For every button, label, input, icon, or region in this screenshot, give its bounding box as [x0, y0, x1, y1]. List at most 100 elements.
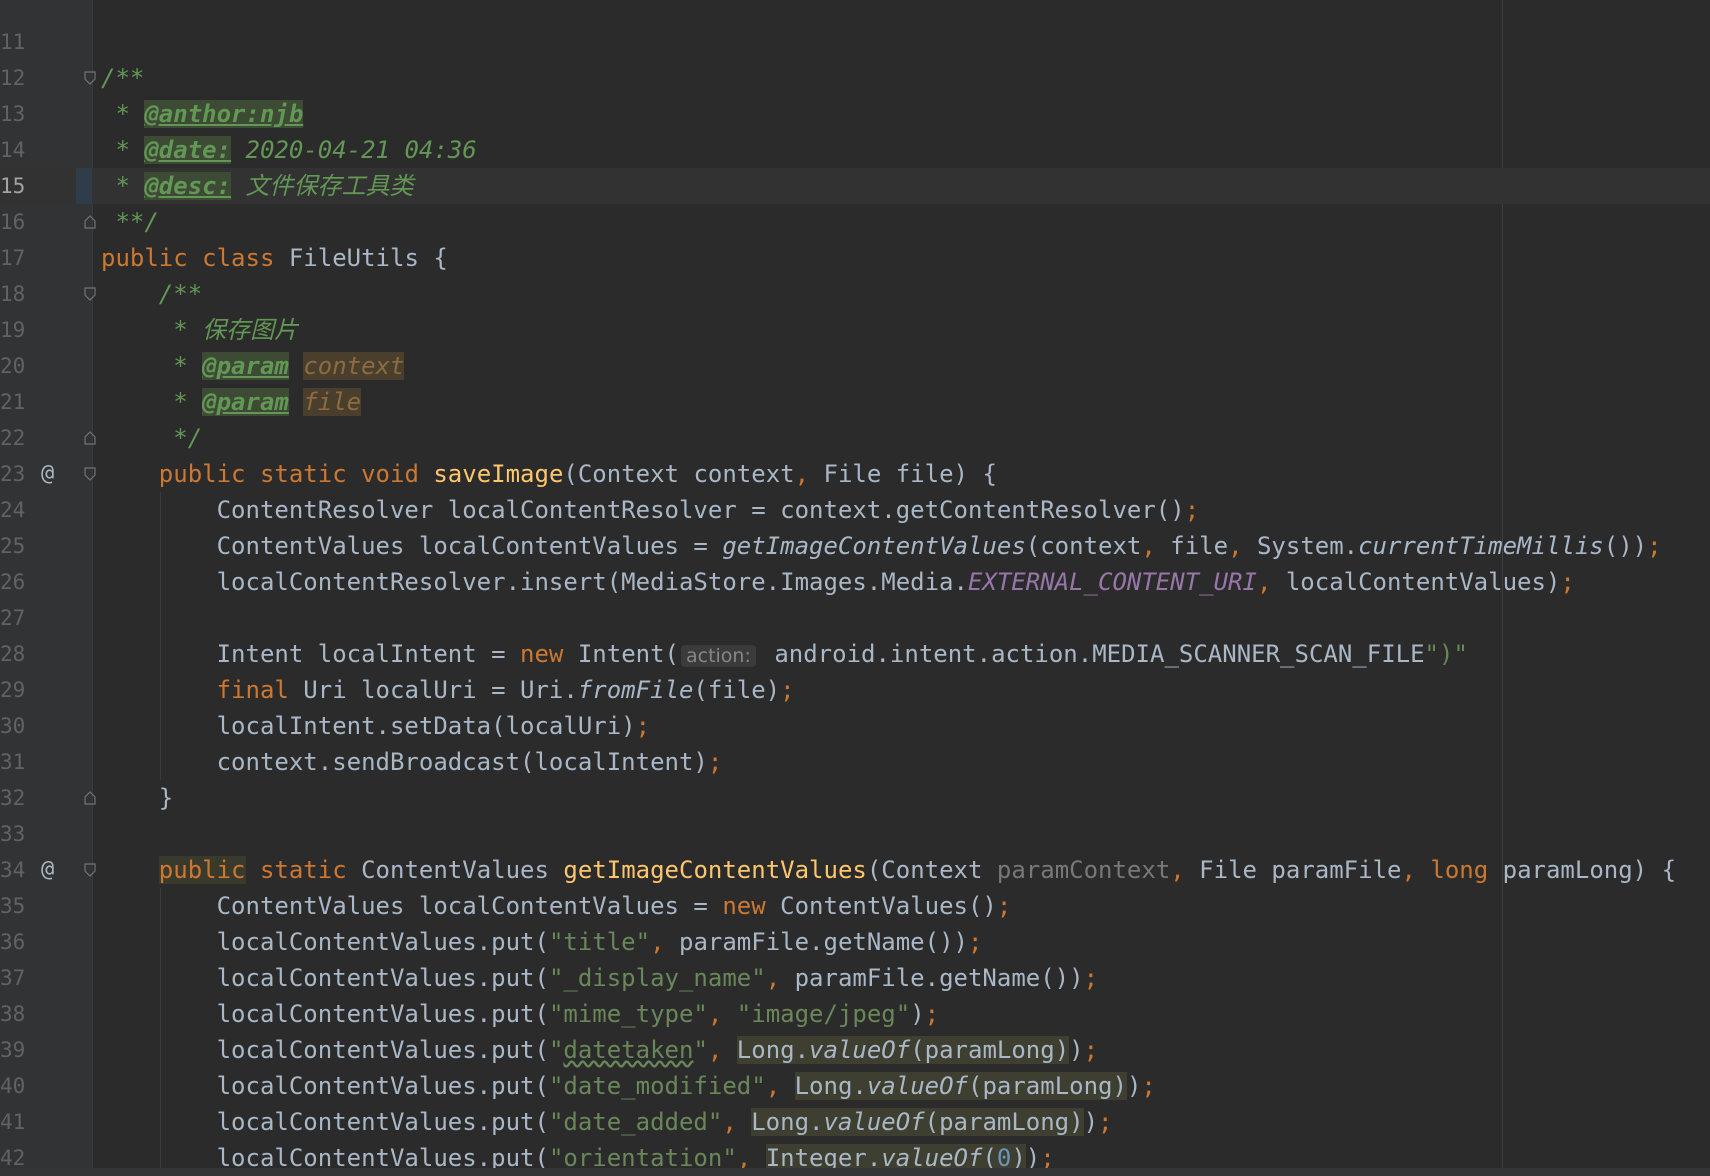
line-number[interactable]: 16 [0, 204, 25, 240]
code-text: * 保存图片 [101, 316, 299, 344]
line-number[interactable]: 39 [0, 1032, 25, 1068]
line-number[interactable]: 40 [0, 1068, 25, 1104]
line-number[interactable]: 31 [0, 744, 25, 780]
code-line[interactable]: 39 localContentValues.put("datetaken", L… [0, 1032, 1710, 1068]
line-number[interactable]: 20 [0, 348, 25, 384]
code-line[interactable]: 40 localContentValues.put("date_modified… [0, 1068, 1710, 1104]
line-number[interactable]: 26 [0, 564, 25, 600]
line-number[interactable]: 24 [0, 492, 25, 528]
code-text: ContentResolver localContentResolver = c… [101, 496, 1200, 524]
code-text: */ [101, 424, 203, 452]
code-text: * @date: 2020-04-21 04:36 [101, 136, 477, 164]
line-number[interactable]: 15 [0, 168, 25, 204]
code-text: /** [101, 280, 203, 308]
line-number[interactable]: 28 [0, 636, 25, 672]
code-line[interactable]: 17 public class FileUtils { [0, 240, 1710, 276]
fold-collapse-icon[interactable] [84, 287, 96, 301]
fold-end-icon[interactable] [84, 431, 96, 445]
code-line[interactable]: 19 * 保存图片 [0, 312, 1710, 348]
code-text: ContentValues localContentValues = new C… [101, 892, 1012, 920]
line-number[interactable]: 23 [0, 456, 25, 492]
line-number[interactable]: 21 [0, 384, 25, 420]
code-line[interactable]: 29 final Uri localUri = Uri.fromFile(fil… [0, 672, 1710, 708]
indent-guide [160, 600, 161, 636]
line-number[interactable]: 27 [0, 600, 25, 636]
code-line[interactable]: 22 */ [0, 420, 1710, 456]
line-number[interactable]: 25 [0, 528, 25, 564]
code-text: **/ [101, 208, 159, 236]
code-line[interactable]: 26 localContentResolver.insert(MediaStor… [0, 564, 1710, 600]
code-text: context.sendBroadcast(localIntent); [101, 748, 723, 776]
line-number[interactable]: 22 [0, 420, 25, 456]
code-text: localContentValues.put("date_added", Lon… [101, 1108, 1113, 1136]
line-number[interactable]: 13 [0, 96, 25, 132]
line-number[interactable]: 14 [0, 132, 25, 168]
code-line[interactable]: 24 ContentResolver localContentResolver … [0, 492, 1710, 528]
line-number[interactable]: 19 [0, 312, 25, 348]
code-text: localContentValues.put("datetaken", Long… [101, 1036, 1099, 1064]
code-text: ContentValues localContentValues = getIm… [101, 532, 1662, 560]
code-line[interactable]: 14 * @date: 2020-04-21 04:36 [0, 132, 1710, 168]
line-number[interactable]: 41 [0, 1104, 25, 1140]
code-line[interactable]: 41 localContentValues.put("date_added", … [0, 1104, 1710, 1140]
code-text: Intent localIntent = new Intent(action: … [101, 640, 1468, 668]
code-line[interactable]: 37 localContentValues.put("_display_name… [0, 960, 1710, 996]
fold-end-icon[interactable] [84, 215, 96, 229]
code-line[interactable]: 16 **/ [0, 204, 1710, 240]
horizontal-scrollbar[interactable] [0, 1168, 1710, 1176]
code-text: * @param context [101, 352, 405, 380]
code-line[interactable]: 32 } [0, 780, 1710, 816]
code-line[interactable]: 35 ContentValues localContentValues = ne… [0, 888, 1710, 924]
code-line[interactable]: 15 * @desc: 文件保存工具类 [0, 168, 1710, 204]
fold-collapse-icon[interactable] [84, 467, 96, 481]
line-number[interactable]: 34 [0, 852, 25, 888]
code-text: } [101, 784, 174, 812]
code-line[interactable]: 28 Intent localIntent = new Intent(actio… [0, 636, 1710, 672]
line-number[interactable]: 37 [0, 960, 25, 996]
code-line[interactable]: 23 @ public static void saveImage(Context… [0, 456, 1710, 492]
fold-collapse-icon[interactable] [84, 863, 96, 877]
code-line[interactable]: 25 ContentValues localContentValues = ge… [0, 528, 1710, 564]
code-text: localContentValues.put("_display_name", … [101, 964, 1099, 992]
current-line-marker [76, 168, 92, 204]
override-at-icon[interactable]: @ [41, 852, 54, 888]
code-text: /** [101, 64, 145, 92]
override-at-icon[interactable]: @ [41, 456, 54, 492]
parameter-hint: action: [680, 645, 756, 667]
code-line[interactable]: 11 [0, 24, 1710, 60]
code-line[interactable]: 13 * @anthor:njb [0, 96, 1710, 132]
code-line[interactable]: 12 /** [0, 60, 1710, 96]
code-line[interactable]: 34 @ public static ContentValues getImage… [0, 852, 1710, 888]
code-text: * @anthor:njb [101, 100, 304, 128]
code-line[interactable]: 36 localContentValues.put("title", param… [0, 924, 1710, 960]
line-number[interactable]: 12 [0, 60, 25, 96]
code-line[interactable]: 21 * @param file [0, 384, 1710, 420]
line-number[interactable]: 32 [0, 780, 25, 816]
line-number[interactable]: 33 [0, 816, 25, 852]
code-text: final Uri localUri = Uri.fromFile(file); [216, 676, 795, 704]
code-line[interactable]: 18 /** [0, 276, 1710, 312]
line-number[interactable]: 17 [0, 240, 25, 276]
line-number[interactable]: 11 [0, 24, 25, 60]
code-line[interactable]: 20 * @param context [0, 348, 1710, 384]
fold-end-icon[interactable] [84, 791, 96, 805]
code-text: localContentResolver.insert(MediaStore.I… [101, 568, 1575, 596]
code-line[interactable]: 30 localIntent.setData(localUri); [0, 708, 1710, 744]
line-number[interactable]: 35 [0, 888, 25, 924]
code-text: * @param file [101, 388, 362, 416]
code-line[interactable]: 38 localContentValues.put("mime_type", "… [0, 996, 1710, 1032]
line-number[interactable]: 38 [0, 996, 25, 1032]
code-line[interactable]: 33 [0, 816, 1710, 852]
code-text: public class FileUtils { [101, 244, 448, 272]
code-text: localIntent.setData(localUri); [101, 712, 651, 740]
code-line[interactable]: 31 context.sendBroadcast(localIntent); [0, 744, 1710, 780]
line-number[interactable]: 29 [0, 672, 25, 708]
line-number[interactable]: 36 [0, 924, 25, 960]
line-number[interactable]: 30 [0, 708, 25, 744]
code-editor[interactable]: 11 12/** 13 * @anthor:njb 14 * @date: 2020-… [0, 0, 1710, 1176]
fold-collapse-icon[interactable] [84, 71, 96, 85]
code-text: localContentValues.put("date_modified", … [101, 1072, 1156, 1100]
code-line[interactable]: 27 [0, 600, 1710, 636]
line-number[interactable]: 18 [0, 276, 25, 312]
code-text: public static ContentValues getImageCont… [158, 856, 1677, 884]
